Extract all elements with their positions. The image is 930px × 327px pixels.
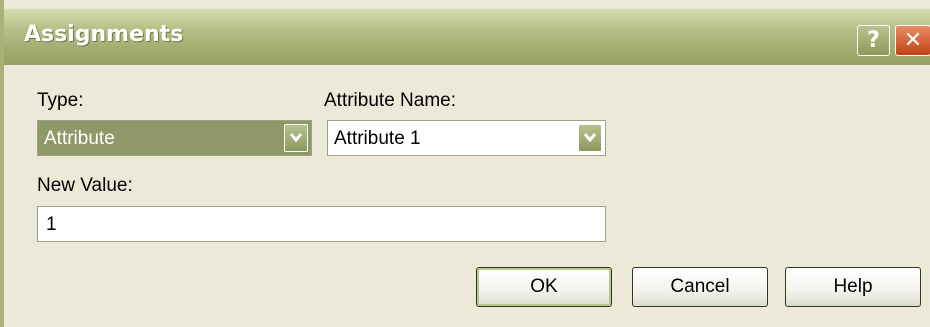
assignments-dialog: Assignments ? ✕ Type: Attribute Name: At… [0, 0, 930, 327]
question-icon: ? [867, 28, 880, 53]
type-dropdown-button[interactable] [284, 124, 308, 152]
cancel-button[interactable]: Cancel [632, 267, 768, 307]
close-button[interactable]: ✕ [895, 25, 930, 56]
attribute-name-dropdown-button[interactable] [578, 124, 602, 152]
attribute-name-dropdown-value: Attribute 1 [334, 128, 421, 149]
help-button[interactable]: Help [785, 267, 921, 307]
attribute-name-dropdown[interactable]: Attribute 1 [327, 120, 606, 156]
help-title-button[interactable]: ? [857, 25, 890, 56]
type-label: Type: [37, 90, 84, 111]
window-title: Assignments [24, 22, 184, 47]
close-icon: ✕ [903, 28, 923, 53]
type-dropdown[interactable]: Attribute [37, 120, 312, 156]
chevron-down-icon [583, 133, 597, 143]
attribute-name-label: Attribute Name: [324, 90, 456, 111]
type-dropdown-value: Attribute [44, 128, 115, 149]
new-value-label: New Value: [37, 175, 133, 196]
new-value-input[interactable]: 1 [37, 206, 606, 242]
new-value-text: 1 [46, 214, 57, 235]
title-bar[interactable]: Assignments ? ✕ [4, 8, 930, 65]
ok-button[interactable]: OK [476, 267, 612, 307]
chevron-down-icon [289, 133, 303, 143]
